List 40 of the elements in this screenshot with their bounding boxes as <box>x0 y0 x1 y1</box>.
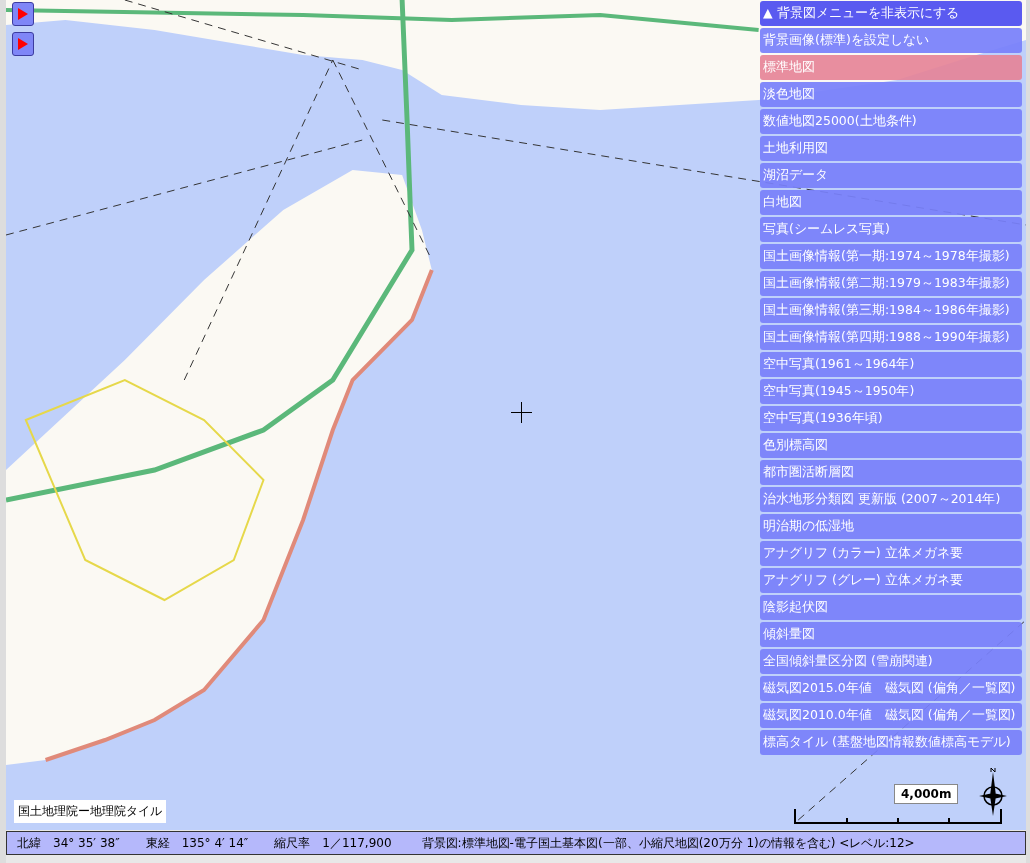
play-icon <box>17 7 29 21</box>
menu-item[interactable]: 背景画像(標準)を設定しない <box>760 28 1022 53</box>
play-button[interactable] <box>12 2 34 26</box>
menu-item[interactable]: 数値地図25000(土地条件) <box>760 109 1022 134</box>
menu-item[interactable]: 国土画像情報(第四期:1988～1990年撮影) <box>760 325 1022 350</box>
menu-item[interactable]: 陰影起伏図 <box>760 595 1022 620</box>
menu-item[interactable]: 国土画像情報(第三期:1984～1986年撮影) <box>760 298 1022 323</box>
latitude-text: 北緯 34° 35′ 38″ <box>17 834 120 852</box>
menu-item[interactable]: 土地利用図 <box>760 136 1022 161</box>
menu-item[interactable]: 磁気図2010.0年値 磁気図 (偏角／一覧図) <box>760 703 1022 728</box>
menu-item[interactable]: アナグリフ (カラー) 立体メガネ要 <box>760 541 1022 566</box>
background-map-text: 背景図:標準地図-電子国土基本図(一部、小縮尺地図(20万分 1)の情報を含む) <レベル:12> <box>421 834 915 852</box>
menu-item[interactable]: 空中写真(1936年頃) <box>760 406 1022 431</box>
scale-text: 縮尺率 1／117,900 <box>274 834 392 852</box>
menu-item[interactable]: 全国傾斜量区分図 (雪崩関連) <box>760 649 1022 674</box>
menu-item[interactable]: 湖沼データ <box>760 163 1022 188</box>
scale-bar-icon <box>794 808 1002 824</box>
attribution-label: 国土地理院ー地理院タイル <box>14 800 166 823</box>
menu-item[interactable]: 標高タイル (基盤地図情報数値標高モデル) <box>760 730 1022 755</box>
menu-item[interactable]: 空中写真(1945～1950年) <box>760 379 1022 404</box>
menu-item[interactable]: 標準地図 <box>760 55 1022 80</box>
menu-item[interactable]: 磁気図2015.0年値 磁気図 (偏角／一覧図) <box>760 676 1022 701</box>
menu-item[interactable]: 淡色地図 <box>760 82 1022 107</box>
menu-item[interactable]: 傾斜量図 <box>760 622 1022 647</box>
menu-item[interactable]: 明治期の低湿地 <box>760 514 1022 539</box>
menu-item[interactable]: アナグリフ (グレー) 立体メガネ要 <box>760 568 1022 593</box>
menu-item[interactable]: 国土画像情報(第一期:1974～1978年撮影) <box>760 244 1022 269</box>
menu-item[interactable]: 治水地形分類図 更新版 (2007～2014年) <box>760 487 1022 512</box>
menu-item[interactable]: 写真(シームレス写真) <box>760 217 1022 242</box>
menu-item[interactable]: 都市圏活断層図 <box>760 460 1022 485</box>
menu-item[interactable]: 国土画像情報(第二期:1979～1983年撮影) <box>760 271 1022 296</box>
scale-label: 4,000m <box>894 784 959 804</box>
menu-item[interactable]: 白地図 <box>760 190 1022 215</box>
menu-item[interactable]: 空中写真(1961～1964年) <box>760 352 1022 377</box>
play-icon <box>17 37 29 51</box>
longitude-text: 東経 135° 4′ 14″ <box>145 834 249 852</box>
menu-item[interactable]: 色別標高図 <box>760 433 1022 458</box>
crosshair-icon <box>511 402 532 423</box>
hide-menu-button[interactable]: ▲ 背景図メニューを非表示にする <box>760 1 1022 26</box>
play-button[interactable] <box>12 32 34 56</box>
